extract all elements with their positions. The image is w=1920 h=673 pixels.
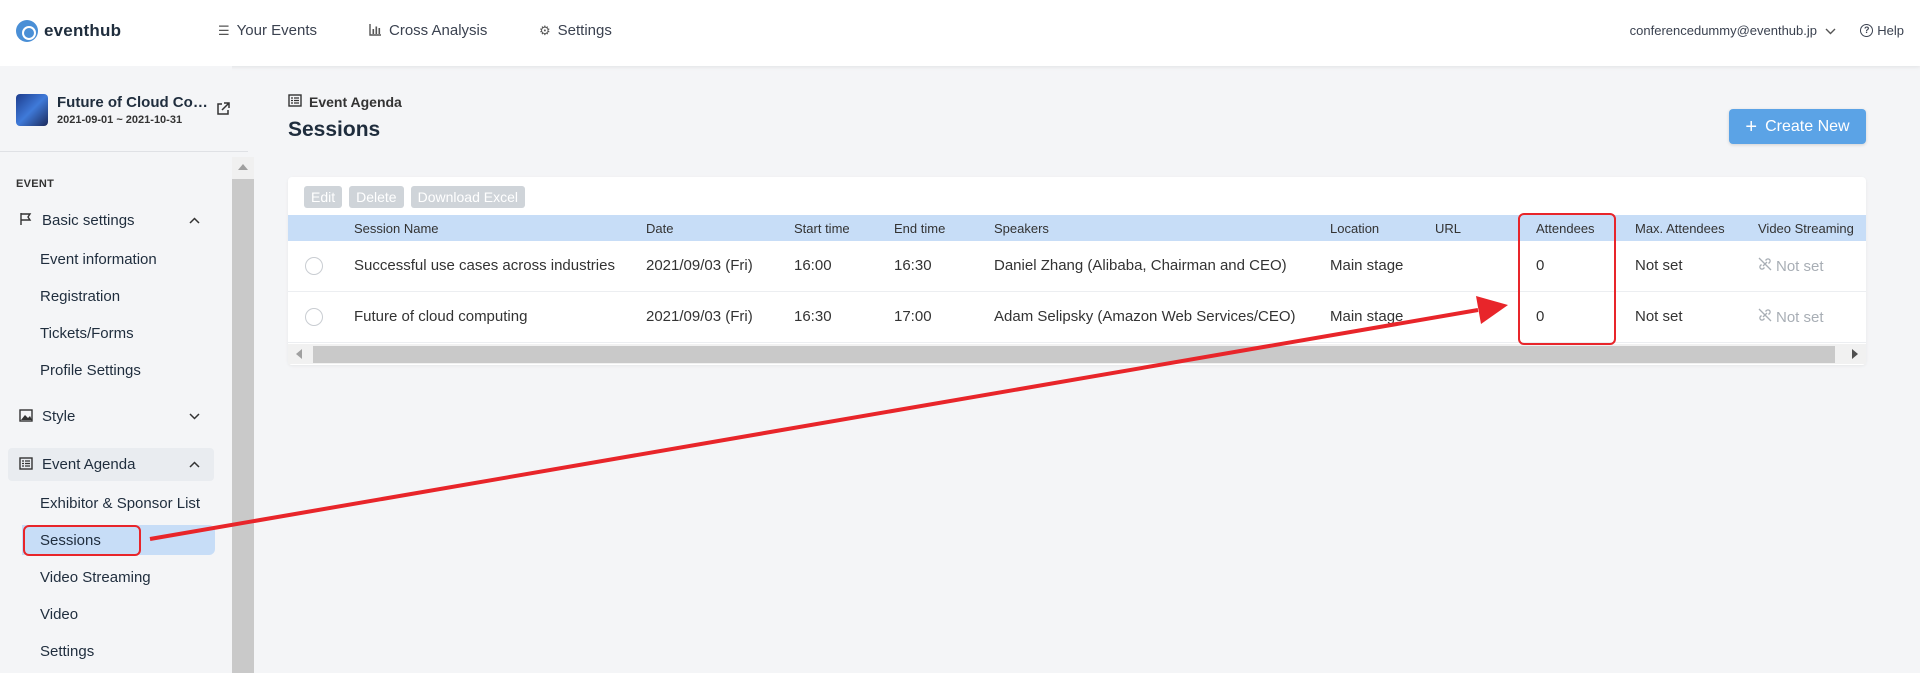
create-new-button[interactable]: + Create New — [1729, 109, 1866, 144]
cell-end-time: 16:30 — [894, 257, 932, 274]
table-row[interactable]: Future of cloud computing 2021/09/03 (Fr… — [288, 292, 1866, 343]
account-email: conferencedummy@eventhub.jp — [1629, 23, 1817, 38]
annotation-highlight-attendees — [1518, 213, 1616, 345]
cell-session-name: Successful use cases across industries — [354, 257, 615, 274]
sidebar-divider — [0, 151, 248, 152]
column-header-speakers[interactable]: Speakers — [994, 221, 1049, 236]
column-header-end-time[interactable]: End time — [894, 221, 945, 236]
chevron-up-icon — [189, 215, 200, 227]
chevron-down-icon — [189, 411, 200, 423]
sidebar-item-video-streaming[interactable]: Video Streaming — [24, 562, 214, 592]
scrollbar-thumb[interactable] — [313, 346, 1835, 363]
sidebar-group-style[interactable]: Style — [8, 400, 214, 433]
breadcrumb: Event Agenda — [288, 94, 402, 110]
table-header: Session Name Date Start time End time Sp… — [288, 215, 1866, 241]
column-header-location[interactable]: Location — [1330, 221, 1379, 236]
plus-icon: + — [1745, 115, 1758, 138]
cell-location: Main stage — [1330, 257, 1404, 274]
row-select-radio[interactable] — [305, 257, 323, 275]
cell-start-time: 16:30 — [794, 308, 832, 325]
cell-session-name: Future of cloud computing — [354, 308, 528, 325]
cell-max-attendees: Not set — [1635, 257, 1683, 274]
column-header-video-streaming[interactable]: Video Streaming — [1758, 221, 1854, 236]
external-link-icon[interactable] — [215, 101, 231, 117]
sidebar-item-exhibitor-sponsor-list[interactable]: Exhibitor & Sponsor List — [24, 488, 214, 518]
column-header-start-time[interactable]: Start time — [794, 221, 850, 236]
list-icon: ☰ — [218, 22, 230, 38]
cell-date: 2021/09/03 (Fri) — [646, 257, 753, 274]
sidebar-item-tickets-forms[interactable]: Tickets/Forms — [24, 318, 214, 348]
unlink-icon — [1758, 308, 1772, 326]
agenda-icon — [288, 94, 302, 110]
gear-icon: ⚙ — [539, 22, 551, 38]
column-header-url[interactable]: URL — [1435, 221, 1461, 236]
cell-video-streaming: Not set — [1758, 257, 1824, 275]
scroll-left-arrow-icon[interactable] — [296, 349, 302, 359]
table-horizontal-scrollbar[interactable] — [288, 344, 1866, 364]
chevron-up-icon — [189, 459, 200, 471]
cell-speakers: Adam Selipsky (Amazon Web Services/CEO) — [994, 308, 1296, 325]
scroll-up-arrow-icon[interactable] — [232, 157, 254, 179]
sidebar-item-registration[interactable]: Registration — [24, 281, 214, 311]
account-menu[interactable]: conferencedummy@eventhub.jp — [1630, 23, 1836, 38]
sessions-table-panel: Edit Delete Download Excel Session Name … — [288, 177, 1866, 365]
help-link[interactable]: ? Help — [1860, 23, 1904, 38]
sidebar-group-event-agenda[interactable]: Event Agenda — [8, 448, 214, 481]
logo[interactable]: eventhub — [16, 20, 121, 42]
cell-end-time: 17:00 — [894, 308, 932, 325]
sidebar-group-basic-settings[interactable]: Basic settings — [8, 204, 214, 237]
bar-chart-icon — [369, 23, 382, 39]
cell-start-time: 16:00 — [794, 257, 832, 274]
event-card: Future of Cloud Computing 2021 2021-09-0… — [16, 94, 236, 126]
cell-video-streaming: Not set — [1758, 308, 1824, 326]
top-bar: eventhub ☰ Your Events Cross Analysis ⚙ … — [0, 0, 1920, 66]
column-header-max-attendees[interactable]: Max. Attendees — [1635, 221, 1725, 236]
sidebar-scrollbar[interactable] — [232, 157, 254, 673]
sidebar-item-event-information[interactable]: Event information — [24, 244, 214, 274]
table-row[interactable]: Successful use cases across industries 2… — [288, 241, 1866, 292]
nav-settings[interactable]: ⚙ Settings — [539, 22, 612, 39]
download-excel-button[interactable]: Download Excel — [410, 186, 525, 208]
column-header-session-name[interactable]: Session Name — [354, 221, 439, 236]
app-name: eventhub — [44, 21, 122, 40]
image-icon — [18, 408, 34, 425]
nav-your-events[interactable]: ☰ Your Events — [218, 22, 317, 39]
sidebar-item-video[interactable]: Video — [24, 599, 214, 629]
unlink-icon — [1758, 257, 1772, 275]
sidebar-item-settings[interactable]: Settings — [24, 636, 214, 666]
help-icon: ? — [1860, 24, 1874, 37]
chevron-down-icon — [1825, 23, 1836, 38]
delete-button[interactable]: Delete — [349, 186, 404, 208]
event-title: Future of Cloud Computing 2021 — [57, 94, 209, 111]
cell-max-attendees: Not set — [1635, 308, 1683, 325]
flag-icon — [18, 212, 34, 229]
annotation-highlight-sessions — [23, 525, 141, 556]
row-select-radio[interactable] — [305, 308, 323, 326]
cell-location: Main stage — [1330, 308, 1404, 325]
event-thumbnail — [16, 94, 48, 126]
sidebar-section-label: EVENT — [16, 178, 55, 190]
cell-date: 2021/09/03 (Fri) — [646, 308, 753, 325]
table-toolbar: Edit Delete Download Excel — [304, 186, 525, 208]
page-title: Sessions — [288, 118, 381, 141]
cell-speakers: Daniel Zhang (Alibaba, Chairman and CEO) — [994, 257, 1287, 274]
agenda-icon — [18, 456, 34, 473]
column-header-date[interactable]: Date — [646, 221, 673, 236]
scroll-right-arrow-icon[interactable] — [1852, 349, 1858, 359]
sidebar-item-profile-settings[interactable]: Profile Settings — [24, 355, 214, 385]
eventhub-logo-icon — [16, 20, 38, 42]
edit-button[interactable]: Edit — [304, 186, 343, 208]
event-dates: 2021-09-01 ~ 2021-10-31 — [57, 114, 183, 126]
nav-cross-analysis[interactable]: Cross Analysis — [369, 22, 487, 39]
